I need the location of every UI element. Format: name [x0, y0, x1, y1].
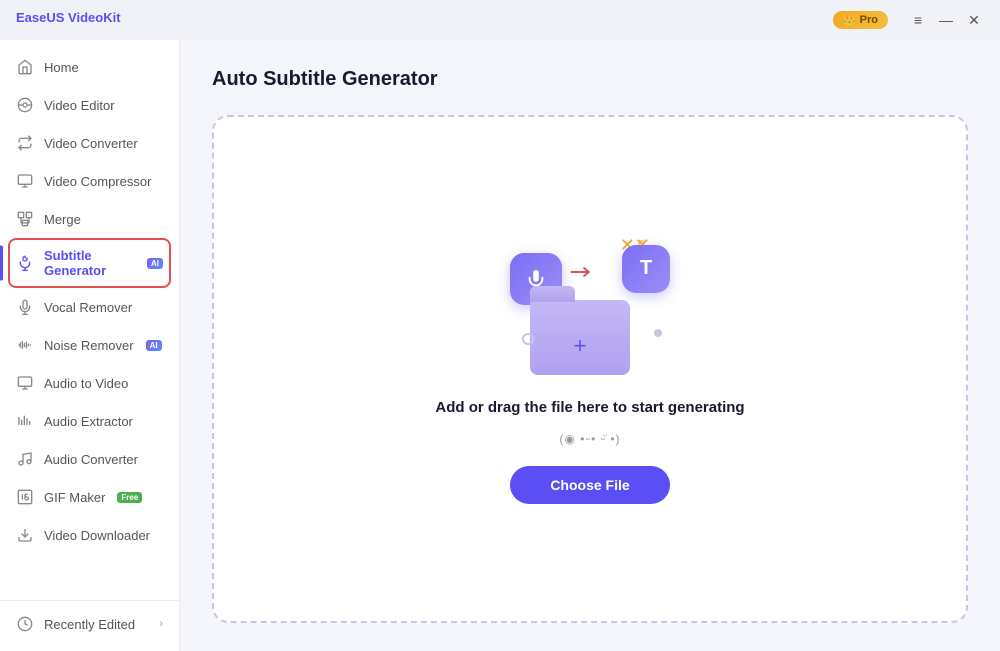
recently-edited-item[interactable]: Recently Edited ›	[0, 605, 179, 643]
sidebar-item-video-downloader[interactable]: Video Downloader	[0, 516, 179, 554]
sidebar-label-audio-converter: Audio Converter	[44, 452, 138, 467]
sidebar-label-video-converter: Video Converter	[44, 136, 138, 151]
sidebar: Home Video Editor Video Converter Video …	[0, 40, 180, 651]
pro-badge[interactable]: Pro	[833, 11, 888, 29]
arrow-right-icon	[570, 263, 592, 286]
sidebar-label-vocal-remover: Vocal Remover	[44, 300, 132, 315]
menu-button[interactable]: ≡	[904, 6, 932, 34]
audio-extractor-icon	[16, 412, 34, 430]
t-bubble: T	[622, 245, 670, 293]
sidebar-item-audio-to-video[interactable]: Audio to Video	[0, 364, 179, 402]
choose-file-button[interactable]: Choose File	[510, 466, 669, 504]
sidebar-item-video-compressor[interactable]: Video Compressor	[0, 162, 179, 200]
vocal-remover-icon	[16, 298, 34, 316]
folder-icon: +	[530, 300, 630, 375]
video-downloader-icon	[16, 526, 34, 544]
page-title: Auto Subtitle Generator	[212, 68, 968, 91]
minimize-button[interactable]: —	[932, 6, 960, 34]
sidebar-label-noise-remover: Noise Remover	[44, 338, 134, 353]
sidebar-item-merge[interactable]: Merge	[0, 200, 179, 238]
noise-remover-icon	[16, 336, 34, 354]
video-converter-icon	[16, 134, 34, 152]
drop-zone-sub-text: (◉ •ᵕ• ᵕ̈ •)	[559, 432, 620, 446]
free-badge-gif: Free	[117, 492, 142, 503]
sidebar-item-vocal-remover[interactable]: Vocal Remover	[0, 288, 179, 326]
drop-zone-main-text: Add or drag the file here to start gener…	[435, 399, 744, 416]
gif-maker-icon	[16, 488, 34, 506]
sidebar-item-home[interactable]: Home	[0, 48, 179, 86]
drop-zone[interactable]: ✕✕ ⤡ T + Add or	[212, 115, 968, 623]
sidebar-item-subtitle-generator[interactable]: Subtitle Generator AI	[0, 238, 179, 288]
sidebar-item-video-editor[interactable]: Video Editor	[0, 86, 179, 124]
sidebar-item-gif-maker[interactable]: GIF Maker Free	[0, 478, 179, 516]
home-icon	[16, 58, 34, 76]
audio-converter-icon	[16, 450, 34, 468]
sidebar-item-noise-remover[interactable]: Noise Remover AI	[0, 326, 179, 364]
sidebar-label-video-compressor: Video Compressor	[44, 174, 151, 189]
subtitle-generator-icon	[16, 254, 34, 272]
sidebar-label-video-editor: Video Editor	[44, 98, 115, 113]
sidebar-label-merge: Merge	[44, 212, 81, 227]
sidebar-label-audio-to-video: Audio to Video	[44, 376, 128, 391]
upload-illustration: ✕✕ ⤡ T +	[510, 235, 670, 375]
recently-edited-icon	[16, 615, 34, 633]
sidebar-label-home: Home	[44, 60, 79, 75]
recently-edited-label: Recently Edited	[44, 617, 135, 632]
sidebar-label-video-downloader: Video Downloader	[44, 528, 150, 543]
sidebar-label-subtitle-generator: Subtitle Generator	[44, 248, 135, 278]
circle-decoration	[522, 333, 534, 345]
sidebar-label-audio-extractor: Audio Extractor	[44, 414, 133, 429]
sidebar-bottom: Recently Edited ›	[0, 600, 179, 643]
merge-icon	[16, 210, 34, 228]
close-button[interactable]: ✕	[960, 6, 988, 34]
app-body: Home Video Editor Video Converter Video …	[0, 40, 1000, 651]
sidebar-item-audio-extractor[interactable]: Audio Extractor	[0, 402, 179, 440]
titlebar: EaseUS VideoKit Pro ≡ — ✕	[0, 0, 1000, 40]
ai-badge-subtitle: AI	[147, 258, 163, 269]
video-editor-icon	[16, 96, 34, 114]
sidebar-item-audio-converter[interactable]: Audio Converter	[0, 440, 179, 478]
main-content: Auto Subtitle Generator ✕✕ ⤡ T	[180, 40, 1000, 651]
audio-to-video-icon	[16, 374, 34, 392]
ai-badge-noise: AI	[146, 340, 162, 351]
app-logo: EaseUS VideoKit	[16, 10, 121, 25]
sidebar-item-video-converter[interactable]: Video Converter	[0, 124, 179, 162]
sidebar-label-gif-maker: GIF Maker	[44, 490, 105, 505]
folder-plus-icon: +	[565, 331, 595, 361]
chevron-right-icon: ›	[159, 618, 163, 630]
dot-decoration	[654, 329, 662, 337]
video-compressor-icon	[16, 172, 34, 190]
